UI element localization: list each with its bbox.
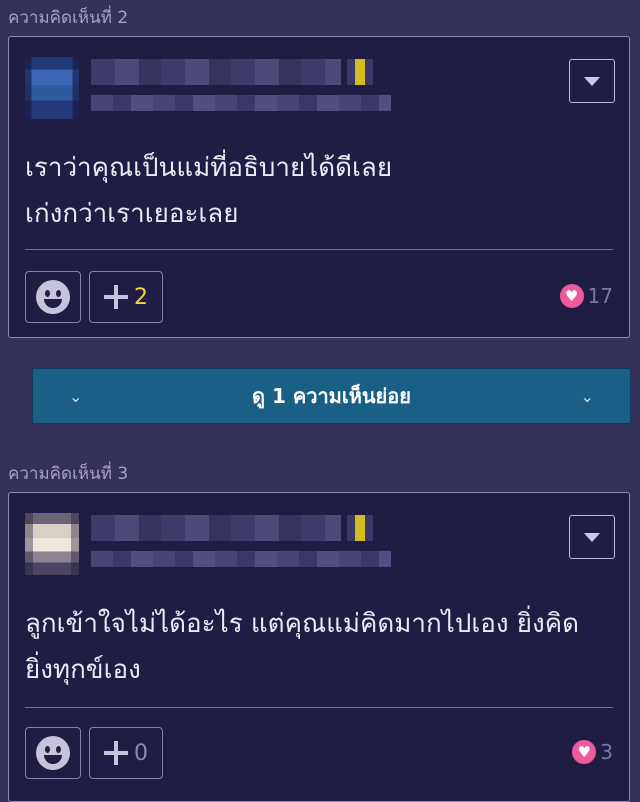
- comment-number-label: ความคิดเห็นที่ 3: [8, 464, 129, 484]
- username-blurred[interactable]: [91, 59, 341, 85]
- emoji-reaction-button[interactable]: [25, 727, 81, 779]
- comment-menu-button[interactable]: [569, 515, 615, 559]
- avatar[interactable]: [25, 513, 79, 575]
- like-count: 3: [600, 740, 613, 764]
- comment-line: ยิ่งทุกข์เอง: [25, 655, 141, 685]
- member-badge-icon: [347, 59, 373, 85]
- like-counter[interactable]: ♥ 3: [572, 740, 613, 764]
- comment-card: เราว่าคุณเป็นแม่ที่อธิบายได้ดีเลย เก่งกว…: [8, 36, 630, 338]
- view-replies-button[interactable]: ⌄ ดู 1 ความเห็นย่อย ⌄: [32, 368, 631, 424]
- divider: [25, 707, 613, 708]
- comment-body: ลูกเข้าใจไม่ได้อะไร แต่คุณแม่คิดมากไปเอง…: [25, 601, 613, 693]
- plus-icon: [104, 741, 128, 765]
- smiley-face-icon: [36, 280, 70, 314]
- dropdown-triangle-icon: [584, 76, 600, 86]
- plus-icon: [104, 285, 128, 309]
- username-blurred[interactable]: [91, 515, 341, 541]
- heart-icon: ♥: [572, 740, 597, 764]
- heart-icon: ♥: [559, 284, 584, 308]
- chevron-down-icon: ⌄: [580, 386, 594, 406]
- post-meta-blurred: [91, 95, 391, 111]
- like-count: 17: [587, 284, 613, 308]
- comment-body: เราว่าคุณเป็นแม่ที่อธิบายได้ดีเลย เก่งกว…: [25, 145, 613, 237]
- vote-count: 0: [134, 740, 148, 766]
- post-meta-blurred: [91, 551, 391, 567]
- vote-plus-button[interactable]: 2: [89, 271, 163, 323]
- dropdown-triangle-icon: [584, 532, 600, 542]
- view-replies-label: ดู 1 ความเห็นย่อย: [252, 384, 411, 408]
- vote-plus-button[interactable]: 0: [89, 727, 163, 779]
- like-counter[interactable]: ♥ 17: [559, 284, 613, 308]
- comment-card: ลูกเข้าใจไม่ได้อะไร แต่คุณแม่คิดมากไปเอง…: [8, 492, 630, 802]
- comment-line: ลูกเข้าใจไม่ได้อะไร แต่คุณแม่คิดมากไปเอง…: [25, 609, 579, 639]
- emoji-reaction-button[interactable]: [25, 271, 81, 323]
- divider: [25, 249, 613, 250]
- comment-number-label: ความคิดเห็นที่ 2: [8, 8, 129, 28]
- chevron-down-icon: ⌄: [69, 386, 83, 406]
- comment-menu-button[interactable]: [569, 59, 615, 103]
- member-badge-icon: [347, 515, 373, 541]
- avatar[interactable]: [25, 57, 79, 119]
- smiley-face-icon: [36, 736, 70, 770]
- vote-count: 2: [134, 284, 148, 310]
- comment-line: เก่งกว่าเราเยอะเลย: [25, 199, 239, 229]
- comment-line: เราว่าคุณเป็นแม่ที่อธิบายได้ดีเลย: [25, 153, 393, 183]
